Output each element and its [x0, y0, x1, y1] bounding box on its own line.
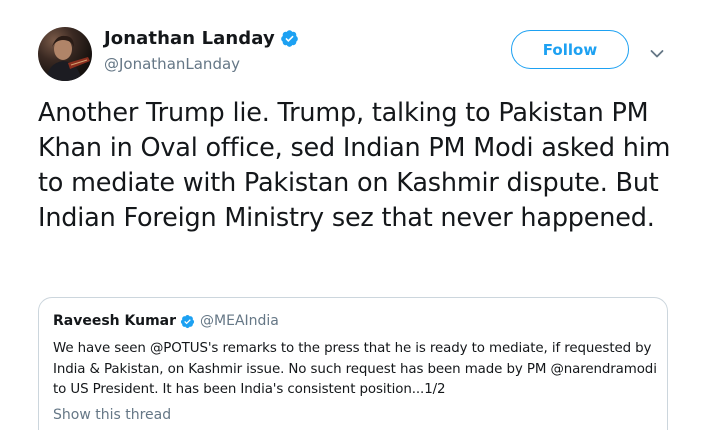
avatar[interactable]	[38, 27, 92, 81]
verified-badge-icon	[280, 29, 299, 48]
author-name-row: Jonathan Landay	[104, 28, 299, 49]
chevron-down-icon[interactable]	[650, 44, 664, 58]
verified-badge-icon	[180, 314, 195, 329]
quoted-author-name: Raveesh Kumar	[53, 313, 177, 329]
quoted-author-handle: @MEAIndia	[200, 313, 279, 329]
tweet-text: Another Trump lie. Trump, talking to Pak…	[38, 98, 671, 233]
follow-button[interactable]: Follow	[511, 30, 629, 69]
author-display-name[interactable]: Jonathan Landay	[104, 28, 275, 49]
author-handle[interactable]: @JonathanLanday	[104, 55, 240, 73]
quoted-tweet-card[interactable]: Raveesh Kumar @MEAIndia We have seen @PO…	[38, 297, 668, 430]
show-thread-link[interactable]: Show this thread	[53, 407, 171, 423]
quoted-tweet-header: Raveesh Kumar @MEAIndia	[53, 313, 279, 329]
quoted-tweet-text: We have seen @POTUS's remarks to the pre…	[53, 341, 657, 397]
